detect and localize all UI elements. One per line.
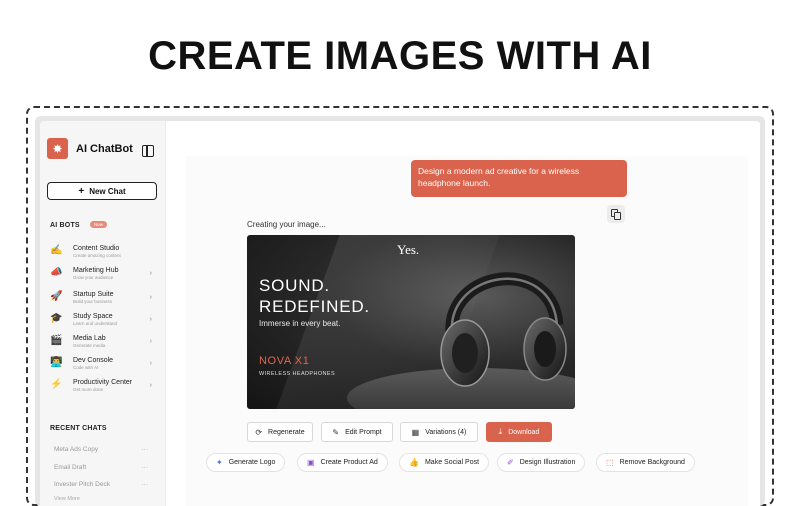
more-options-icon[interactable]: ··· — [142, 464, 149, 471]
bot-subtitle: Code with AI — [73, 365, 99, 370]
graduation-cap-icon: 🎓 — [50, 313, 63, 324]
plus-icon: + — [78, 185, 85, 197]
bot-title: Startup Suite — [73, 291, 114, 298]
generated-ad-image[interactable]: Yes. SOUND. REDEFINED. Immerse in every … — [247, 235, 575, 409]
image-icon: ▣ — [307, 458, 315, 467]
chat-main: Design a modern ad creative for a wirele… — [166, 121, 760, 506]
sidebar: ✸ AI ChatBot + New Chat AI BOTS New ✍ Co… — [40, 121, 166, 506]
crop-icon: ⬚ — [606, 458, 614, 467]
lightning-icon: ⚡ — [50, 379, 63, 390]
view-more-link[interactable]: View More — [54, 496, 80, 502]
user-message-bubble: Design a modern ad creative for a wirele… — [411, 160, 627, 197]
ad-model-name: NOVA X1 — [259, 355, 310, 367]
chevron-right-icon: › — [149, 382, 152, 389]
recent-chat-label: Meta Ads Copy — [54, 446, 99, 453]
generate-logo-chip[interactable]: ✦ Generate Logo — [206, 453, 286, 472]
bot-title: Content Studio — [73, 245, 120, 252]
brush-icon: ✐ — [507, 458, 514, 467]
chevron-right-icon: › — [149, 338, 152, 345]
page-headline: CREATE IMAGES WITH AI — [148, 34, 652, 78]
ad-tagline: Yes. — [397, 242, 420, 257]
variations-label: Variations (4) — [425, 428, 467, 436]
bot-subtitle: Generate media — [73, 343, 106, 348]
bot-subtitle: Grow your audience — [73, 275, 114, 280]
recent-chat-item[interactable]: Invester Pitch Deck ··· — [54, 481, 154, 488]
bot-title: Dev Console — [73, 357, 114, 364]
sidebar-toggle-icon[interactable] — [142, 145, 154, 157]
bot-title: Media Lab — [73, 335, 106, 342]
edit-prompt-button[interactable]: ✎ Edit Prompt — [321, 422, 393, 442]
bot-dev-console[interactable]: 👨‍💻 Dev Console Code with AI › — [50, 356, 158, 376]
recent-chat-label: Invester Pitch Deck — [54, 481, 110, 488]
recent-chats-heading: RECENT CHATS — [50, 425, 107, 432]
bot-media-lab[interactable]: 🎬 Media Lab Generate media › — [50, 334, 158, 354]
bot-subtitle: Get more done — [73, 387, 104, 392]
generate-logo-label: Generate Logo — [228, 459, 276, 466]
chevron-right-icon: › — [149, 294, 152, 301]
rocket-icon: 🚀 — [50, 291, 63, 302]
new-chat-label: New Chat — [89, 186, 126, 196]
developer-icon: 👨‍💻 — [50, 357, 63, 368]
regenerate-button[interactable]: ⟳ Regenerate — [247, 422, 313, 442]
regenerate-label: Regenerate — [268, 428, 305, 436]
brand: ✸ AI ChatBot — [47, 138, 133, 159]
ad-subline: Immerse in every beat. — [259, 319, 341, 328]
app-container: ✸ AI ChatBot + New Chat AI BOTS New ✍ Co… — [40, 121, 760, 506]
new-chat-button[interactable]: + New Chat — [47, 182, 157, 200]
copy-icon-front — [614, 212, 621, 220]
variations-button[interactable]: ▦ Variations (4) — [400, 422, 478, 442]
bot-startup-suite[interactable]: 🚀 Startup Suite Build your business › — [50, 290, 158, 310]
bot-subtitle: Build your business — [73, 299, 113, 304]
make-social-post-chip[interactable]: 👍 Make Social Post — [399, 453, 490, 472]
download-button[interactable]: ⤓ Download — [486, 422, 552, 442]
chevron-right-icon: › — [149, 316, 152, 323]
remove-background-label: Remove Background — [619, 459, 685, 466]
thumbs-up-icon: 👍 — [409, 458, 419, 467]
ai-bots-heading: AI BOTS — [50, 222, 80, 229]
create-product-ad-chip[interactable]: ▣ Create Product Ad — [297, 453, 388, 472]
copy-button[interactable] — [607, 205, 625, 223]
generation-status: Creating your image... — [247, 220, 326, 229]
more-options-icon[interactable]: ··· — [142, 446, 149, 453]
bot-content-studio[interactable]: ✍ Content Studio Create amazing content — [50, 244, 158, 264]
edit-prompt-label: Edit Prompt — [345, 428, 382, 436]
bot-subtitle: Create amazing content — [73, 253, 121, 258]
ad-headline-line2: REDEFINED. — [259, 297, 370, 316]
download-icon: ⤓ — [498, 427, 503, 436]
pencil-icon: ✎ — [332, 427, 340, 437]
bot-title: Marketing Hub — [73, 267, 119, 274]
megaphone-icon: 📣 — [50, 267, 63, 278]
grid-icon: ▦ — [411, 427, 420, 437]
download-label: Download — [508, 428, 540, 436]
design-illustration-label: Design Illustration — [519, 459, 576, 466]
sparkle-icon: ✦ — [216, 458, 223, 467]
bot-study-space[interactable]: 🎓 Study Space Learn and understand › — [50, 312, 158, 332]
clapperboard-icon: 🎬 — [50, 335, 63, 346]
bot-productivity-center[interactable]: ⚡ Productivity Center Get more done › — [50, 378, 158, 398]
recent-chat-item[interactable]: Email Draft ··· — [54, 464, 154, 471]
bot-subtitle: Learn and understand — [73, 321, 118, 326]
chevron-right-icon: › — [149, 360, 152, 367]
bot-title: Productivity Center — [73, 379, 133, 386]
chevron-right-icon: › — [149, 270, 152, 277]
app-window: ✸ AI ChatBot + New Chat AI BOTS New ✍ Co… — [35, 116, 765, 506]
pencil-icon: ✍ — [50, 245, 63, 256]
refresh-icon: ⟳ — [255, 427, 263, 437]
bot-title: Study Space — [73, 313, 113, 320]
make-social-post-label: Make Social Post — [424, 459, 480, 466]
recent-chat-label: Email Draft — [54, 464, 87, 471]
more-options-icon[interactable]: ··· — [142, 481, 149, 488]
design-illustration-chip[interactable]: ✐ Design Illustration — [497, 453, 586, 472]
app-name: AI ChatBot — [76, 142, 133, 155]
bot-marketing-hub[interactable]: 📣 Marketing Hub Grow your audience › — [50, 266, 158, 286]
create-product-ad-label: Create Product Ad — [320, 459, 378, 466]
recent-chat-item[interactable]: Meta Ads Copy ··· — [54, 446, 154, 453]
new-badge: New — [90, 221, 108, 228]
sparkle-logo-icon: ✸ — [47, 138, 68, 159]
ad-product-type: WIRELESS HEADPHONES — [259, 371, 336, 377]
remove-background-chip[interactable]: ⬚ Remove Background — [596, 453, 695, 472]
ad-headline-line1: SOUND. — [259, 276, 330, 295]
